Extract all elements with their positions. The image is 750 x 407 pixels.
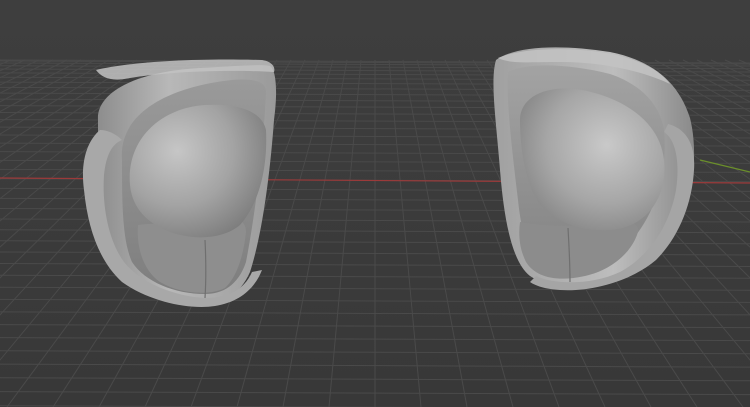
viewport-canvas[interactable] xyxy=(0,0,750,407)
left-shell-object[interactable] xyxy=(82,59,277,307)
3d-viewport[interactable] xyxy=(0,0,750,407)
